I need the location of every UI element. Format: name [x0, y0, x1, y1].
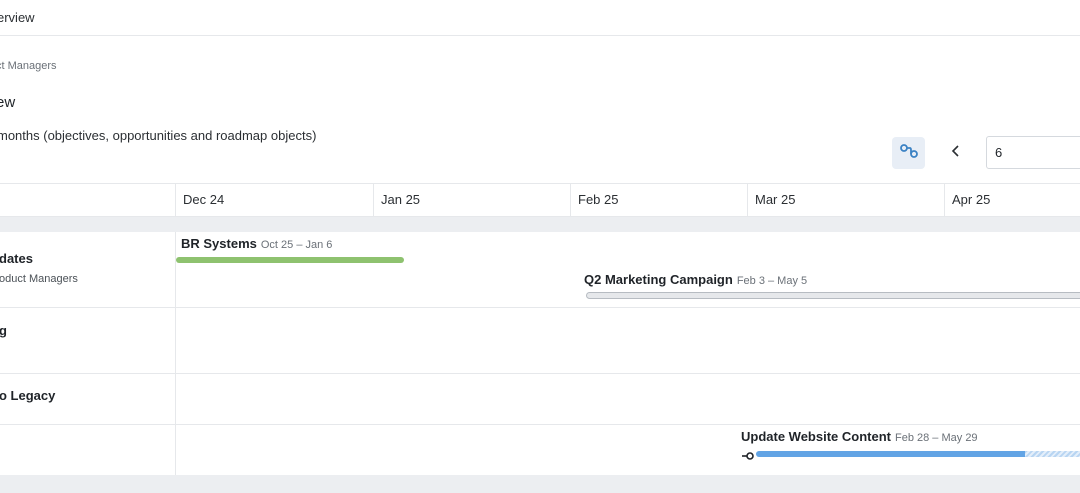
roadmap-item-label[interactable]: Update Website Content Feb 28 – May 29 [741, 429, 978, 444]
previous-period-button[interactable] [940, 137, 972, 169]
roadmap-item-name: BR Systems [181, 236, 257, 251]
roadmap-item-dates: Feb 3 – May 5 [736, 275, 808, 287]
month-label: Feb 25 [570, 184, 747, 216]
page-title: ew [0, 94, 16, 111]
roadmap-item-dates: Feb 28 – May 29 [895, 432, 978, 444]
lane-divider [0, 307, 1080, 308]
link-dependencies-icon [899, 143, 919, 164]
sub-breadcrumb[interactable]: ct Managers [0, 60, 57, 72]
month-label: Apr 25 [944, 184, 1080, 216]
group-band-top [0, 217, 1080, 232]
header-divider [0, 35, 1080, 36]
roadmap-item-bar[interactable] [756, 451, 1025, 457]
month-label: Jan 25 [373, 184, 570, 216]
roadmap-item-bar[interactable] [586, 292, 1080, 299]
roadmap-item-bar-remaining [1025, 451, 1080, 457]
roadmap-item-name: Update Website Content [741, 429, 891, 444]
months-count-input[interactable] [986, 136, 1080, 169]
group-band-bottom [0, 475, 1080, 493]
breadcrumb[interactable]: erview [0, 10, 35, 25]
roadmap-item-name: Q2 Marketing Campaign [584, 272, 733, 287]
roadmap-item-label[interactable]: Q2 Marketing Campaign Feb 3 – May 5 [584, 272, 807, 287]
dependency-link-icon[interactable] [741, 448, 755, 466]
roadmap-item-label[interactable]: BR Systems Oct 25 – Jan 6 [181, 236, 332, 251]
lane-subtitle: oduct Managers [0, 273, 78, 285]
show-dependencies-button[interactable] [892, 137, 925, 169]
lane-title[interactable]: g [0, 323, 7, 338]
roadmap-item-dates: Oct 25 – Jan 6 [260, 239, 333, 251]
chevron-left-icon [951, 144, 961, 163]
month-label: Dec 24 [175, 184, 373, 216]
lane-divider [0, 424, 1080, 425]
roadmap-item-bar[interactable] [176, 257, 404, 263]
lane-column-divider [175, 232, 176, 475]
page-description: months (objectives, opportunities and ro… [0, 128, 317, 143]
lane-title[interactable]: o Legacy [0, 388, 55, 403]
month-label: Mar 25 [747, 184, 944, 216]
lane-divider [0, 373, 1080, 374]
lane-title[interactable]: dates [0, 251, 33, 266]
